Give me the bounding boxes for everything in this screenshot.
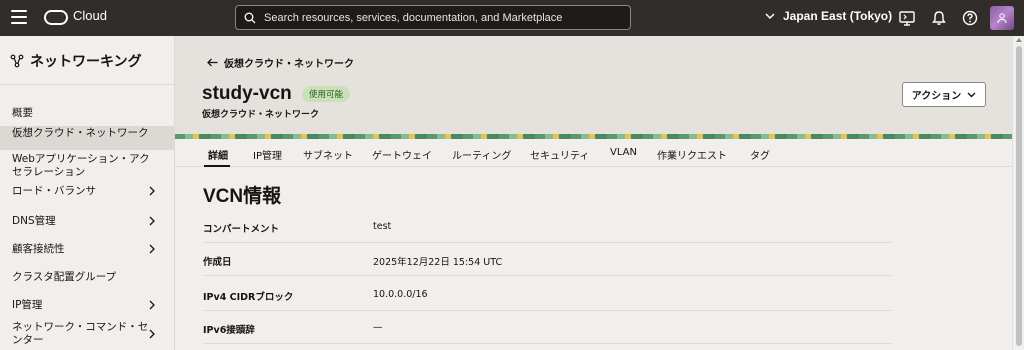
help-icon[interactable] — [961, 9, 979, 27]
chevron-right-icon — [149, 244, 155, 254]
hamburger-menu-icon[interactable] — [11, 10, 27, 24]
sidebar-item-load-balancer[interactable]: ロード・バランサ — [0, 182, 175, 200]
search-input[interactable] — [264, 11, 624, 24]
tab-bar: 詳細 IP管理 サブネット ゲートウェイ ルーティング セキュリティ VLAN 作業リクエスト… — [175, 139, 1012, 167]
info-row-value: 10.0.0.0/16 — [373, 289, 428, 300]
info-row-key: IPv6接頭辞 — [203, 325, 255, 336]
section-title: VCN情報 — [203, 186, 282, 207]
scroll-up-arrow-icon[interactable] — [1016, 38, 1022, 42]
info-row-value: — — [373, 322, 383, 333]
tab-work-requests[interactable]: 作業リクエスト — [657, 147, 727, 162]
sidebar-item-label: IP管理 — [12, 299, 43, 311]
sidebar-item-label: クラスタ配置グループ — [12, 271, 117, 283]
notification-bell-icon[interactable] — [930, 9, 948, 27]
info-row-value: test — [373, 221, 392, 232]
info-row-compartment: コンパートメント test — [203, 215, 891, 243]
sidebar-item-label: 仮想クラウド・ネットワーク — [12, 127, 149, 139]
page-header: 仮想クラウド・ネットワーク study-vcn 使用可能 仮想クラウド・ネットワ… — [175, 36, 1012, 134]
actions-button-label: アクション — [911, 91, 962, 102]
left-sidebar: ネットワーキング 概要仮想クラウド・ネットワーク Webアプリケーション・アクセラ… — [0, 36, 175, 350]
info-row-created: 作成日 2025年12月22日 15:54 UTC — [203, 248, 891, 276]
user-avatar[interactable] — [990, 6, 1014, 30]
sidebar-item-label: 概要 — [12, 107, 33, 119]
active-tab-indicator — [204, 165, 230, 167]
tab-routing[interactable]: ルーティング — [452, 147, 511, 162]
info-row-key: 作成日 — [203, 257, 232, 268]
region-selector[interactable]: Japan East (Tokyo) — [765, 9, 892, 23]
sidebar-item-label: 顧客接続性 — [12, 243, 65, 255]
sidebar-item-label: Webアプリケーション・アクセラレーション — [12, 153, 150, 178]
scrollbar-thumb[interactable] — [1016, 46, 1022, 346]
chevron-right-icon — [149, 329, 155, 339]
sidebar-item-label: ロード・バランサ — [12, 185, 96, 197]
info-row-ipv4-cidr: IPv4 CIDRブロック 10.0.0.0/16 — [203, 283, 891, 311]
networking-icon — [10, 54, 24, 68]
sidebar-item-customer-connectivity[interactable]: 顧客接続性 — [0, 240, 175, 258]
actions-button[interactable]: アクション — [902, 82, 986, 107]
cloud-shell-icon[interactable] — [898, 9, 916, 27]
sidebar-title: ネットワーキング — [10, 51, 142, 71]
sidebar-item-ip-management[interactable]: IP管理 — [0, 296, 175, 314]
sidebar-item-network-command-center[interactable]: ネットワーク・コマンド・センター — [0, 320, 175, 348]
sidebar-item-overview[interactable]: 概要 — [0, 104, 175, 122]
info-row-ipv6-prefix: IPv6接頭辞 — — [203, 316, 891, 344]
region-label: Japan East (Tokyo) — [783, 9, 893, 23]
status-badge: 使用可能 — [302, 86, 351, 102]
sidebar-item-label: DNS管理 — [12, 215, 56, 227]
top-navigation-bar: Cloud Japan East (Tokyo) — [0, 0, 1024, 36]
info-row-key: コンパートメント — [203, 224, 280, 235]
tab-ip-management[interactable]: IP管理 — [253, 147, 282, 162]
search-box[interactable] — [235, 5, 631, 30]
tab-security[interactable]: セキュリティ — [530, 147, 589, 162]
chevron-down-icon — [967, 92, 976, 97]
sidebar-item-web-app-acceleration[interactable]: Webアプリケーション・アクセラレーション — [0, 152, 175, 180]
tab-details[interactable]: 詳細 — [208, 147, 228, 162]
tab-tags[interactable]: タグ — [750, 147, 770, 162]
sidebar-divider — [0, 84, 175, 85]
vertical-scrollbar[interactable] — [1012, 36, 1024, 350]
user-icon — [997, 13, 1007, 24]
sidebar-item-vcn[interactable]: 仮想クラウド・ネットワーク — [0, 126, 175, 150]
sidebar-item-cluster-placement-groups[interactable]: クラスタ配置グループ — [0, 268, 175, 286]
chevron-right-icon — [149, 186, 155, 196]
sidebar-item-label: ネットワーク・コマンド・センター — [12, 321, 149, 346]
back-link-label: 仮想クラウド・ネットワーク — [224, 59, 354, 70]
brand-name[interactable]: Cloud — [73, 8, 107, 23]
page-title: study-vcn — [202, 83, 292, 104]
chevron-right-icon — [149, 300, 155, 310]
arrow-left-icon — [207, 58, 218, 67]
chevron-down-icon — [765, 12, 775, 19]
info-row-key: IPv4 CIDRブロック — [203, 292, 294, 303]
tab-vlan[interactable]: VLAN — [610, 147, 637, 158]
tab-subnets[interactable]: サブネット — [303, 147, 353, 162]
page-subtitle: 仮想クラウド・ネットワーク — [202, 110, 320, 120]
sidebar-title-label: ネットワーキング — [30, 54, 142, 70]
chevron-right-icon — [149, 216, 155, 226]
sidebar-item-dns-management[interactable]: DNS管理 — [0, 212, 175, 230]
main-content: 仮想クラウド・ネットワーク study-vcn 使用可能 仮想クラウド・ネットワ… — [175, 36, 1012, 350]
info-row-value: 2025年12月22日 15:54 UTC — [373, 257, 503, 268]
search-icon — [244, 12, 256, 23]
tab-gateways[interactable]: ゲートウェイ — [372, 147, 432, 162]
back-link[interactable]: 仮想クラウド・ネットワーク — [207, 55, 354, 70]
oracle-logo-icon[interactable] — [44, 10, 68, 25]
